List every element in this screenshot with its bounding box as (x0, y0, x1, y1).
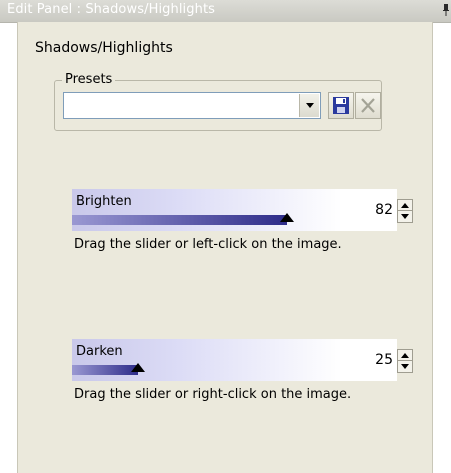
brighten-value: 82 (375, 202, 393, 218)
darken-spinner[interactable] (397, 349, 413, 373)
brighten-slider[interactable]: Brighten (72, 189, 342, 231)
brighten-value-field[interactable]: 82 (342, 189, 397, 231)
spin-down-icon[interactable] (401, 214, 409, 219)
shadows-highlights-panel: Shadows/Highlights Presets Brighten 82 D… (17, 22, 433, 473)
title-bar[interactable]: Edit Panel : Shadows/Highlights (0, 0, 451, 23)
brighten-slider-fill (72, 215, 287, 225)
brighten-slider-thumb[interactable] (280, 213, 294, 222)
delete-preset-button[interactable] (355, 92, 381, 119)
presets-combo[interactable] (63, 92, 321, 119)
panel-heading: Shadows/Highlights (35, 40, 173, 56)
brighten-spinner[interactable] (397, 199, 413, 223)
darken-slider[interactable]: Darken (72, 339, 342, 381)
darken-value-field[interactable]: 25 (342, 339, 397, 381)
presets-dropdown-button[interactable] (299, 94, 319, 117)
pin-icon[interactable] (443, 4, 449, 16)
close-icon (361, 98, 375, 113)
window-title: Edit Panel : Shadows/Highlights (7, 2, 216, 17)
chevron-down-icon (306, 103, 314, 108)
save-preset-button[interactable] (328, 92, 354, 119)
darken-value: 25 (375, 352, 393, 368)
darken-slider-control: Darken 25 (72, 339, 414, 381)
presets-legend: Presets (62, 72, 116, 87)
darken-slider-fill (72, 365, 138, 375)
spin-down-icon[interactable] (401, 364, 409, 369)
spin-up-icon[interactable] (401, 353, 409, 358)
brighten-slider-control: Brighten 82 (72, 189, 414, 231)
floppy-disk-icon (333, 97, 349, 114)
spin-up-icon[interactable] (401, 203, 409, 208)
edit-panel-window: Edit Panel : Shadows/Highlights Shadows/… (0, 0, 451, 473)
spinner-divider (398, 210, 412, 211)
darken-hint: Drag the slider or right-click on the im… (74, 387, 352, 402)
darken-slider-thumb[interactable] (131, 363, 145, 372)
darken-label: Darken (76, 344, 123, 359)
brighten-hint: Drag the slider or left-click on the ima… (74, 237, 342, 252)
spinner-divider (398, 360, 412, 361)
brighten-label: Brighten (76, 194, 132, 209)
